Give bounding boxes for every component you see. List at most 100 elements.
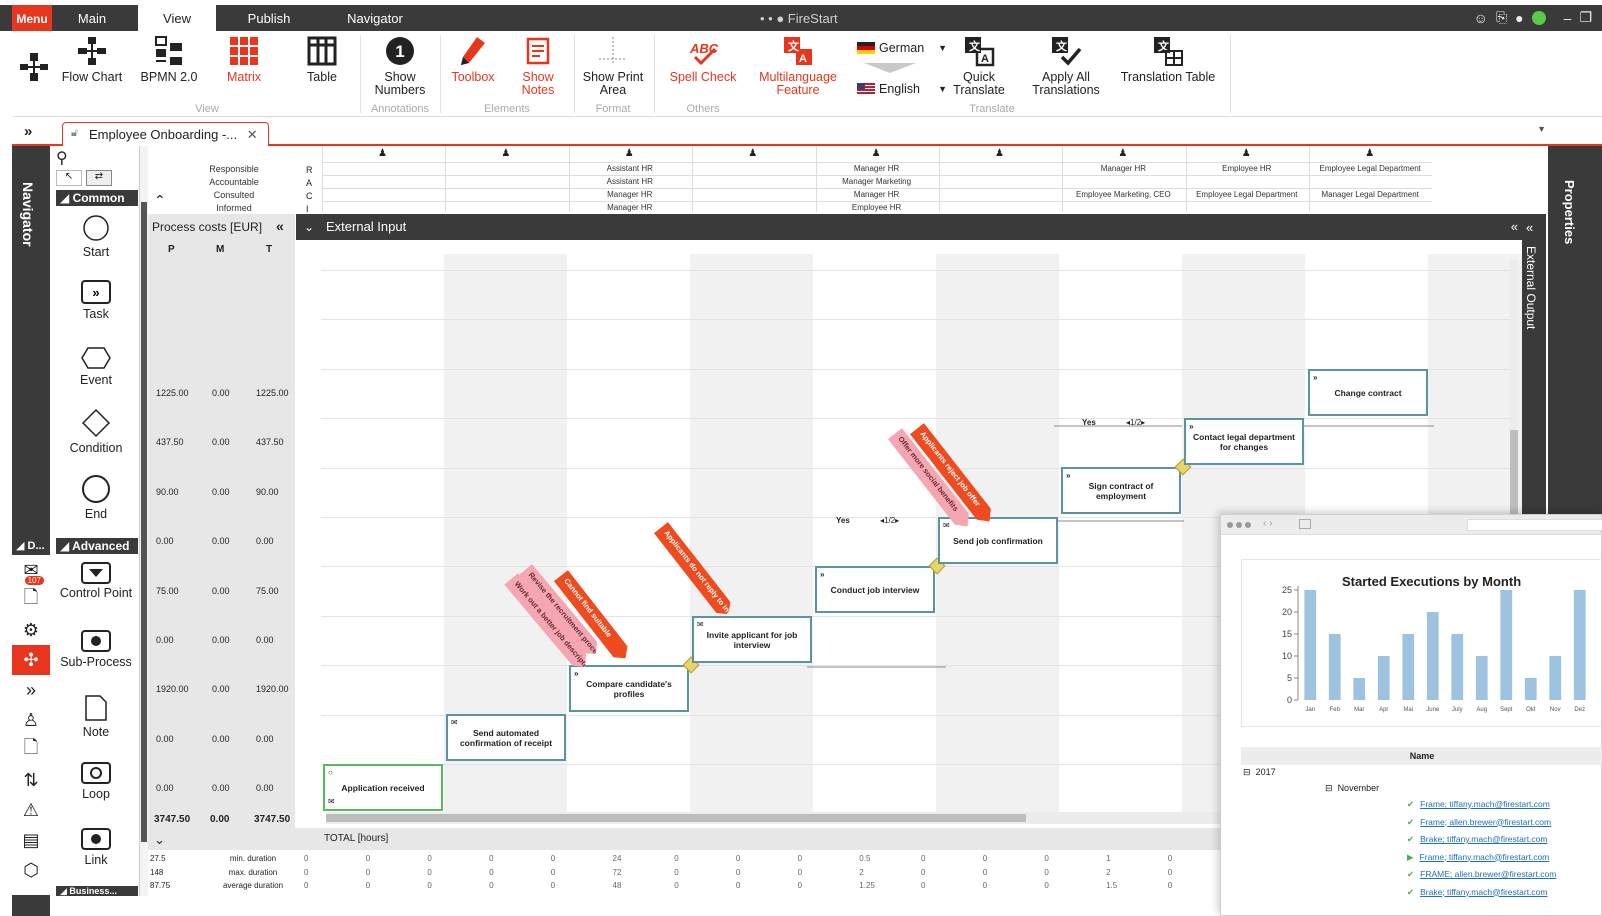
quick-translate-button[interactable]: 文A Quick Translate xyxy=(944,35,1014,97)
execution-link[interactable]: ✔ Brake; tiffany.mach@firestart.com xyxy=(1407,834,1547,845)
tab-publish[interactable]: Publish xyxy=(232,5,306,31)
process-icon-button[interactable] xyxy=(14,51,54,87)
pointer-tool-icon[interactable]: ↖ xyxy=(56,170,82,186)
translate-icon[interactable]: ⎘ xyxy=(1496,9,1507,26)
advanced-section-header[interactable]: ◢ Advanced xyxy=(56,538,138,554)
connector-tool-icon[interactable]: ⇄ xyxy=(86,170,112,186)
raci-cell[interactable]: Manager Legal Department xyxy=(1309,190,1431,199)
spell-check-button[interactable]: ABC Spell Check xyxy=(664,35,742,84)
tree-month-november[interactable]: ⊟ November xyxy=(1325,783,1379,794)
show-notes-button[interactable]: Show Notes xyxy=(510,35,566,97)
execution-link[interactable]: ▶ Frame; tiffany.mach@firestart.com xyxy=(1407,852,1549,863)
matrix-button[interactable]: Matrix xyxy=(214,35,274,84)
raci-cell[interactable]: Manager HR xyxy=(816,190,938,199)
tool-condition[interactable]: Condition xyxy=(56,408,136,455)
gear-icon[interactable]: ⚙ xyxy=(12,615,50,645)
toolbox-button[interactable]: Toolbox xyxy=(446,35,500,84)
back-forward-icon[interactable]: ‹ › xyxy=(1263,518,1272,529)
tree-collapse-icon[interactable]: ⊟ xyxy=(1243,767,1251,777)
expand-totals-icon[interactable]: ⌄ xyxy=(154,832,165,848)
task-invite-applicant[interactable]: ✉ Invite applicant for job interview xyxy=(692,616,812,663)
minimize-icon[interactable]: – xyxy=(1564,10,1572,26)
raci-cell[interactable]: Employee HR xyxy=(816,203,938,212)
tool-note[interactable]: Note xyxy=(56,694,136,739)
show-numbers-button[interactable]: 1 Show Numbers xyxy=(366,35,434,97)
language-to-select[interactable]: English ▼ xyxy=(857,79,947,99)
common-section-header[interactable]: ◢ Common xyxy=(56,190,138,206)
collapse-right-icon[interactable]: « xyxy=(1511,214,1518,240)
raci-cell[interactable]: Manager HR xyxy=(569,203,691,212)
collapse-raci-icon[interactable]: ⌃ xyxy=(154,192,166,209)
task-arrow-icon[interactable]: » xyxy=(12,675,50,705)
tab-navigator[interactable]: Navigator xyxy=(330,5,420,31)
raci-cell[interactable]: Manager Marketing xyxy=(816,177,938,186)
tab-view[interactable]: View xyxy=(138,5,216,31)
tool-loop[interactable]: Loop xyxy=(56,762,136,801)
smiley-icon[interactable]: ☺ xyxy=(1474,10,1488,26)
task-sign-contract[interactable]: » Sign contract of employment xyxy=(1061,467,1181,514)
collapse-costs-icon[interactable]: « xyxy=(276,218,284,234)
business-section-header[interactable]: ◢ Business... xyxy=(56,886,138,896)
task-application-received[interactable]: ○ Application received ✉ xyxy=(323,764,443,811)
process-icon[interactable]: ✣ xyxy=(12,645,50,675)
flow-chart-button[interactable]: Flow Chart xyxy=(60,35,124,84)
collapse-output-icon[interactable]: « xyxy=(1526,220,1533,235)
executions-popup-window[interactable]: ‹ › Started Executions by Month 0 5 10 15 20… xyxy=(1220,514,1602,916)
multilanguage-button[interactable]: 文A Multilanguage Feature xyxy=(752,35,844,97)
dock-header[interactable]: ◢ D... xyxy=(12,538,50,554)
raci-cell[interactable]: Manager HR xyxy=(1062,164,1184,173)
task-compare-profiles[interactable]: » Compare candidate's profiles xyxy=(569,665,689,712)
raci-cell[interactable]: Employee HR xyxy=(1186,164,1308,173)
sidebar-toggle-icon[interactable] xyxy=(1299,519,1311,529)
tree-collapse-icon[interactable]: ⊟ xyxy=(1325,783,1333,793)
user-icon[interactable]: ● xyxy=(1515,10,1523,26)
external-input-lane-header[interactable]: ⌄ External Input « xyxy=(296,214,1522,240)
task-change-contract[interactable]: » Change contract xyxy=(1308,369,1428,416)
expand-lane-icon[interactable]: ⌄ xyxy=(304,214,314,240)
translation-table-button[interactable]: 文 Translation Table xyxy=(1116,35,1220,84)
tab-list-dropdown-icon[interactable]: ▼ xyxy=(1537,124,1546,134)
execution-link[interactable]: ✔ Frame; allen.brewer@firestart.com xyxy=(1407,817,1551,828)
language-from-select[interactable]: German ▼ xyxy=(857,38,947,58)
tool-start[interactable]: Start xyxy=(56,214,136,259)
table-button[interactable]: Table xyxy=(294,35,350,84)
menu-button[interactable]: Menu xyxy=(12,5,52,31)
task-send-confirmation[interactable]: ✉ Send automated confirmation of receipt xyxy=(446,714,566,761)
apply-all-translations-button[interactable]: 文 Apply All Translations xyxy=(1026,35,1106,97)
raci-cell[interactable]: Assistant HR xyxy=(569,164,691,173)
collapse-navigator-icon[interactable]: » xyxy=(24,123,32,140)
restore-icon[interactable]: ❐ xyxy=(1579,9,1592,26)
toolbox-scrollbar[interactable] xyxy=(140,146,148,896)
task-contact-legal[interactable]: » Contact legal department for changes xyxy=(1184,418,1304,465)
window-dot-icon[interactable] xyxy=(1227,522,1233,528)
window-dot-icon[interactable] xyxy=(1236,522,1242,528)
raci-cell[interactable]: Employee Legal Department xyxy=(1186,190,1308,199)
name-column-header[interactable]: Name xyxy=(1241,747,1602,765)
tab-main[interactable]: Main xyxy=(62,5,122,31)
cube-icon[interactable]: ⬡ xyxy=(12,855,50,885)
tool-event[interactable]: Event xyxy=(56,346,136,387)
file-icon[interactable]: 🗋︎ xyxy=(12,735,50,765)
close-tab-icon[interactable]: ✕ xyxy=(247,127,258,142)
sort-az-icon[interactable]: ⇅ xyxy=(12,765,50,795)
tool-link[interactable]: Link xyxy=(56,828,136,867)
bpmn-button[interactable]: BPMN 2.0 xyxy=(136,35,202,84)
tool-end[interactable]: End xyxy=(56,474,136,521)
raci-cell[interactable]: Employee Marketing, CEO xyxy=(1062,190,1184,199)
window-dot-icon[interactable] xyxy=(1245,522,1251,528)
search-icon[interactable]: ⚲ xyxy=(56,148,68,168)
raci-cell[interactable]: Assistant HR xyxy=(569,177,691,186)
person-icon[interactable]: ♙ xyxy=(12,705,50,735)
document-tab[interactable]: 🔓︎ Employee Onboarding -... ✕ xyxy=(62,122,269,146)
address-bar[interactable] xyxy=(1467,519,1602,531)
report-icon[interactable]: ▤ xyxy=(12,825,50,855)
raci-cell[interactable]: Manager HR xyxy=(816,164,938,173)
execution-link[interactable]: ✔ Brake; tiffany.mach@firestart.com xyxy=(1407,887,1547,898)
execution-link[interactable]: ✔ Frame; tiffany.mach@firestart.com xyxy=(1407,799,1550,810)
show-print-area-button[interactable]: Show Print Area xyxy=(578,35,648,97)
tool-control-point[interactable]: Control Point xyxy=(56,562,136,600)
tree-year-2017[interactable]: ⊟ 2017 xyxy=(1243,767,1276,778)
document-check-icon[interactable]: 🗋︎ xyxy=(12,585,50,615)
warning-icon[interactable]: ⚠ xyxy=(12,795,50,825)
raci-cell[interactable]: Employee Legal Department xyxy=(1309,164,1431,173)
